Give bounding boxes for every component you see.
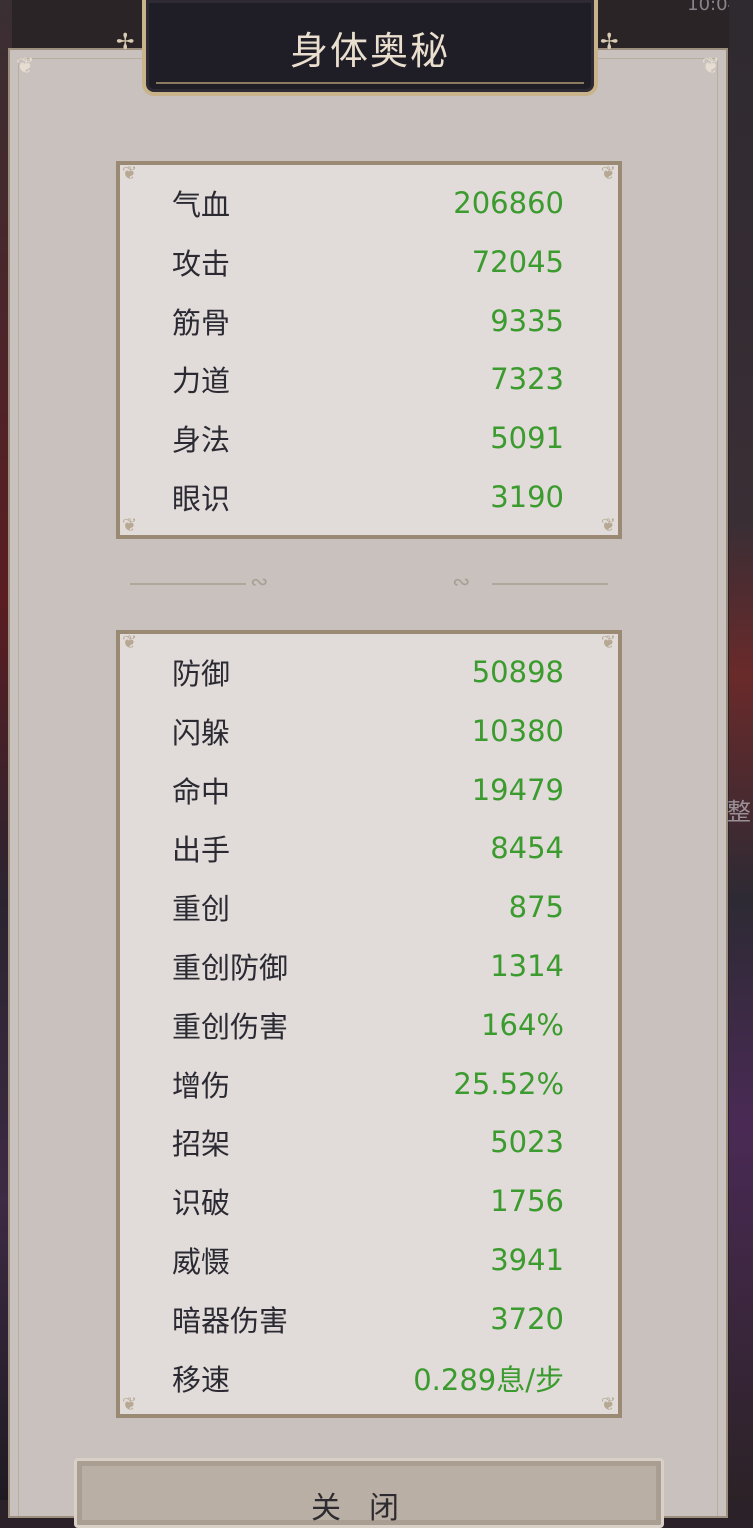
divider-right: [492, 583, 608, 585]
stat-row: 闪躲 10380: [172, 711, 564, 751]
stat-label: 威慑: [172, 1245, 231, 1279]
stat-value: 9335: [490, 303, 564, 338]
stat-row: 移速 0.289息/步: [172, 1358, 564, 1398]
stat-value: 1756: [490, 1184, 564, 1219]
divider-left: [130, 583, 246, 585]
stat-value: 3720: [490, 1301, 564, 1336]
stat-label: 出手: [172, 833, 231, 868]
background-label: 整: [727, 798, 751, 826]
corner-ornament-icon: ❦: [122, 163, 138, 184]
stat-label: 眼识: [172, 482, 231, 516]
corner-ornament-icon: ❦: [122, 515, 138, 536]
corner-ornament-icon: ❦: [600, 1394, 616, 1415]
title-underline: [156, 82, 584, 84]
stat-row: 气血 206860: [172, 183, 564, 223]
stat-value: 5091: [490, 421, 564, 456]
stat-row: 威慑 3941: [172, 1240, 564, 1280]
stat-row: 力道 7323: [172, 359, 564, 399]
stat-label: 招架: [172, 1127, 231, 1162]
stat-row: 眼识 3190: [172, 477, 564, 517]
stat-row: 重创防御 1314: [172, 946, 564, 986]
title-right-ornament-icon: ✢: [600, 30, 619, 55]
stat-label: 防御: [172, 657, 231, 691]
title-left-ornament-icon: ✢: [116, 30, 135, 55]
stat-label: 增伤: [172, 1068, 231, 1103]
stat-value: 3941: [490, 1243, 564, 1277]
corner-ornament-icon: ❦: [600, 163, 616, 184]
stat-row: 攻击 72045: [172, 242, 564, 282]
stat-row: 重创伤害 164%: [172, 1005, 564, 1045]
stat-value: 25.52%: [453, 1066, 564, 1101]
stat-value: 0.289息/步: [413, 1362, 564, 1397]
background-right-edge: 整: [727, 0, 753, 1500]
stat-label: 身法: [172, 423, 231, 458]
stat-value: 875: [508, 890, 564, 925]
stat-row: 筋骨 9335: [172, 301, 564, 341]
stat-value: 5023: [490, 1125, 564, 1160]
stat-row: 招架 5023: [172, 1122, 564, 1162]
stat-row: 出手 8454: [172, 828, 564, 868]
corner-ornament-icon: ❦: [600, 515, 616, 536]
stat-label: 力道: [172, 364, 231, 399]
corner-ornament-icon: ❦: [701, 54, 720, 79]
stat-label: 命中: [172, 774, 231, 809]
stat-value: 164%: [481, 1007, 564, 1042]
stat-label: 识破: [172, 1186, 231, 1221]
secondary-stats-box: ❦ ❦ ❦ ❦ 防御 50898 闪躲 10380 命中 19479 出手 8454 重创 875…: [116, 630, 622, 1418]
close-button-label: 关闭: [311, 1491, 427, 1526]
corner-ornament-icon: ❦: [16, 54, 35, 79]
stat-value: 3190: [490, 480, 564, 514]
stat-value: 19479: [471, 772, 564, 807]
stat-label: 攻击: [172, 246, 231, 281]
corner-ornament-icon: ❦: [122, 632, 138, 653]
stat-label: 暗器伤害: [172, 1303, 289, 1338]
stat-value: 72045: [471, 244, 564, 279]
stat-value: 206860: [453, 186, 564, 220]
primary-stats-box: ❦ ❦ ❦ ❦ 气血 206860 攻击 72045 筋骨 9335 力道 7323 身法 509…: [116, 161, 622, 539]
stat-label: 筋骨: [172, 305, 231, 340]
close-button[interactable]: 关闭: [74, 1458, 664, 1528]
stat-row: 命中 19479: [172, 770, 564, 810]
corner-ornament-icon: ❦: [600, 632, 616, 653]
stat-value: 1314: [490, 949, 564, 983]
stat-label: 气血: [172, 188, 231, 222]
stat-value: 8454: [490, 831, 564, 866]
stat-label: 移速: [172, 1362, 231, 1397]
stat-label: 重创: [172, 892, 231, 927]
stat-value: 50898: [471, 655, 564, 689]
stat-label: 重创防御: [172, 951, 289, 985]
divider-right-ornament-icon: ∾: [452, 570, 471, 595]
corner-ornament-icon: ❦: [122, 1394, 138, 1415]
title-plate: 身体奥秘: [142, 0, 598, 96]
stat-label: 重创伤害: [172, 1009, 289, 1044]
stat-value: 10380: [471, 713, 564, 748]
dialog-title: 身体奥秘: [289, 29, 450, 73]
stat-label: 闪躲: [172, 715, 231, 750]
stat-row: 增伤 25.52%: [172, 1064, 564, 1104]
stat-value: 7323: [490, 362, 564, 397]
stat-row: 重创 875: [172, 887, 564, 927]
stat-row: 暗器伤害 3720: [172, 1299, 564, 1339]
stat-row: 识破 1756: [172, 1181, 564, 1221]
stat-row: 防御 50898: [172, 652, 564, 692]
stat-row: 身法 5091: [172, 418, 564, 458]
divider-left-ornament-icon: ∾: [250, 570, 269, 595]
